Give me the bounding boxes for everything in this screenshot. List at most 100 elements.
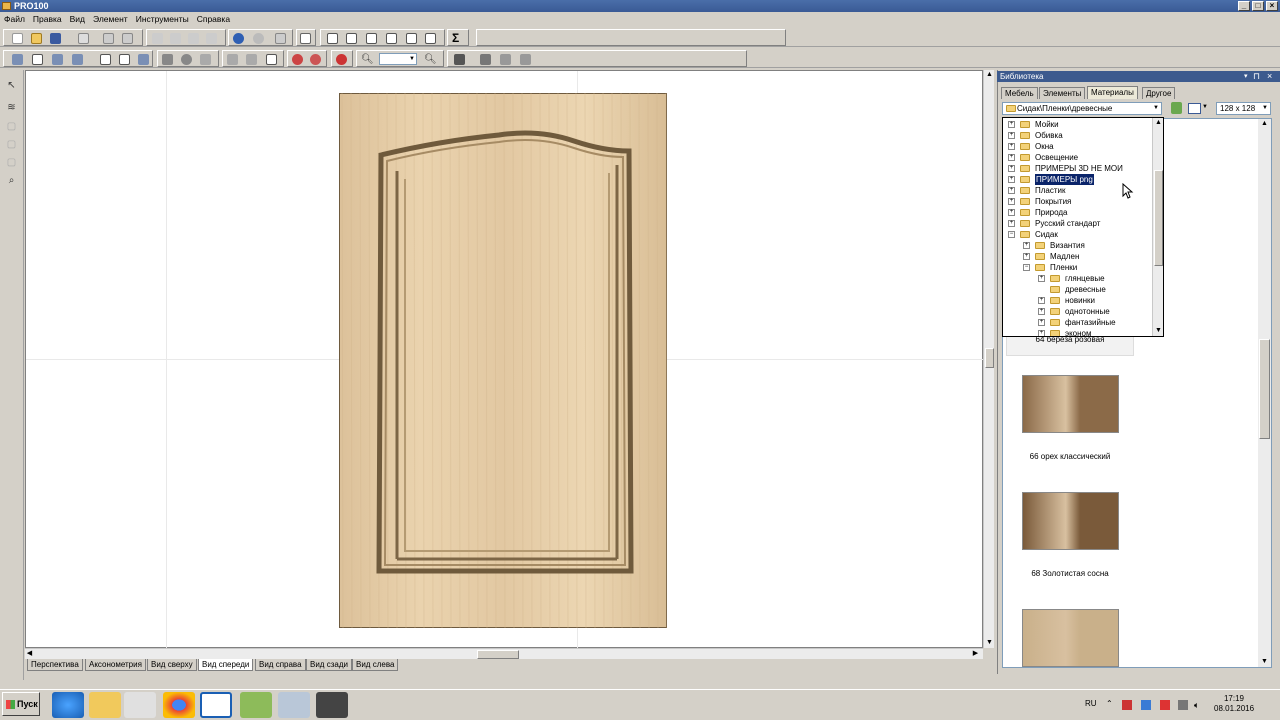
material-swatch[interactable] [1022,375,1119,433]
tree-node[interactable]: + Освещение [1003,152,1151,163]
grid-snap-icon[interactable] [454,54,465,65]
tree-node[interactable]: + Мадлен [1003,251,1151,262]
menu-view[interactable]: Вид [66,12,89,26]
copy-icon[interactable] [170,33,181,44]
viewport-horizontal-scrollbar[interactable]: ◀ ▶ [25,648,983,659]
tab-right-view[interactable]: Вид справа [255,659,306,671]
view-cube-icon[interactable] [100,54,111,65]
expand-icon[interactable]: + [1008,143,1015,150]
tree-node[interactable]: − Сидак [1003,229,1151,240]
view-cube-icon[interactable] [138,54,149,65]
materials-scrollbar[interactable]: ▲ ▼ [1258,119,1271,667]
expand-icon[interactable]: + [1008,220,1015,227]
tree-node[interactable]: + новинки [1003,295,1151,306]
minimize-button[interactable]: _ [1238,1,1250,11]
tree-node[interactable]: + Окна [1003,141,1151,152]
view-mode-icon[interactable] [1188,103,1201,114]
close-button[interactable]: × [1266,1,1278,11]
scroll-down-arrow[interactable]: ▼ [1154,326,1163,335]
view-cube-icon[interactable] [52,54,63,65]
rotate-icon[interactable] [500,54,511,65]
ie-icon[interactable] [52,692,84,718]
tree-node[interactable]: + Мойки [1003,119,1151,130]
expand-icon[interactable]: + [1008,154,1015,161]
scroll-thumb[interactable] [1154,170,1163,266]
tree-node[interactable]: древесные [1003,284,1151,295]
expand-icon[interactable]: + [1038,297,1045,304]
network-icon[interactable] [1178,700,1188,710]
tree-node[interactable]: + Обивка [1003,130,1151,141]
tab-elements[interactable]: Элементы [1039,87,1086,99]
clock[interactable]: 17:19 08.01.2016 [1214,694,1254,714]
menu-tools[interactable]: Инструменты [132,12,193,26]
chevron-down-icon[interactable]: ▼ [409,56,415,62]
tree-node[interactable]: + глянцевые [1003,273,1151,284]
expand-icon[interactable]: + [1023,253,1030,260]
tool-icon[interactable]: ▢ [5,138,18,151]
print-preview-icon[interactable] [78,33,89,44]
target-icon[interactable] [336,54,347,65]
tray-icon[interactable] [1141,700,1151,710]
tree-node[interactable]: + Природа [1003,207,1151,218]
paste-icon[interactable] [188,33,199,44]
menu-help[interactable]: Справка [193,12,234,26]
chrome-icon[interactable] [163,692,195,718]
properties-icon[interactable] [275,33,286,44]
tree-node[interactable]: − Пленки [1003,262,1151,273]
expand-icon[interactable]: + [1008,187,1015,194]
window-icon[interactable] [386,33,397,44]
print-icon[interactable] [103,33,114,44]
move-icon[interactable] [480,54,491,65]
scroll-thumb[interactable] [1259,339,1270,439]
render-icon[interactable] [162,54,173,65]
expand-icon[interactable]: + [1008,198,1015,205]
export-icon[interactable] [122,33,133,44]
tab-materials[interactable]: Материалы [1087,86,1138,99]
scroll-thumb[interactable] [985,348,994,368]
pointer-icon[interactable]: ↖ [5,79,18,92]
sum-icon[interactable]: Σ [452,32,463,44]
expand-icon[interactable]: + [1008,209,1015,216]
edit-icon[interactable] [520,54,531,65]
tool-icon[interactable]: ▢ [5,156,18,169]
window-icon[interactable] [346,33,357,44]
scroll-up-arrow[interactable]: ▲ [1260,119,1269,128]
cabinet-door[interactable] [339,93,667,628]
material-swatch[interactable] [1022,492,1119,550]
tree-node[interactable]: + Русский стандарт [1003,218,1151,229]
library-path-combo[interactable]: Сидак\Пленки\древесные ▼ [1002,102,1162,115]
scroll-left-arrow[interactable]: ◀ [25,649,34,658]
view-cube-icon[interactable] [119,54,130,65]
cut-icon[interactable] [152,33,163,44]
magnet-icon[interactable] [292,54,303,65]
scroll-up-arrow[interactable]: ▲ [985,70,994,79]
tab-left-view[interactable]: Вид слева [352,659,399,671]
tool-icon[interactable]: ▢ [5,120,18,133]
thumb-size-combo[interactable]: 128 x 128 ▼ [1216,102,1271,115]
window-icon[interactable] [327,33,338,44]
select-icon[interactable]: ≋ [5,101,18,114]
tree-node[interactable]: + Византия [1003,240,1151,251]
scroll-thumb[interactable] [477,650,519,659]
media-player-icon[interactable] [124,692,156,718]
explorer-icon[interactable] [89,692,121,718]
language-indicator[interactable]: RU [1085,699,1097,708]
tree-node[interactable]: + ПРИМЕРЫ 3D НЕ МОИ [1003,163,1151,174]
chevron-down-icon[interactable]: ▼ [1262,103,1268,114]
scroll-down-arrow[interactable]: ▼ [1260,657,1269,666]
tree-node[interactable]: + фантазийные [1003,317,1151,328]
redo-icon[interactable] [253,33,264,44]
tab-back-view[interactable]: Вид сзади [306,659,352,671]
chevron-down-icon[interactable]: ▼ [1202,104,1208,110]
scroll-right-arrow[interactable]: ▶ [971,649,980,658]
view-cube-icon[interactable] [72,54,83,65]
tab-front-view[interactable]: Вид спереди [198,659,254,671]
expand-icon[interactable]: + [1008,165,1015,172]
expand-icon[interactable]: + [1008,176,1015,183]
expand-icon[interactable]: + [1023,242,1030,249]
tab-axonometry[interactable]: Аксонометрия [85,659,146,671]
material-swatch[interactable] [1022,609,1119,667]
tab-furniture[interactable]: Мебель [1001,87,1038,99]
view-cube-icon[interactable] [12,54,23,65]
pin-icon[interactable]: ▾ [1244,71,1248,82]
